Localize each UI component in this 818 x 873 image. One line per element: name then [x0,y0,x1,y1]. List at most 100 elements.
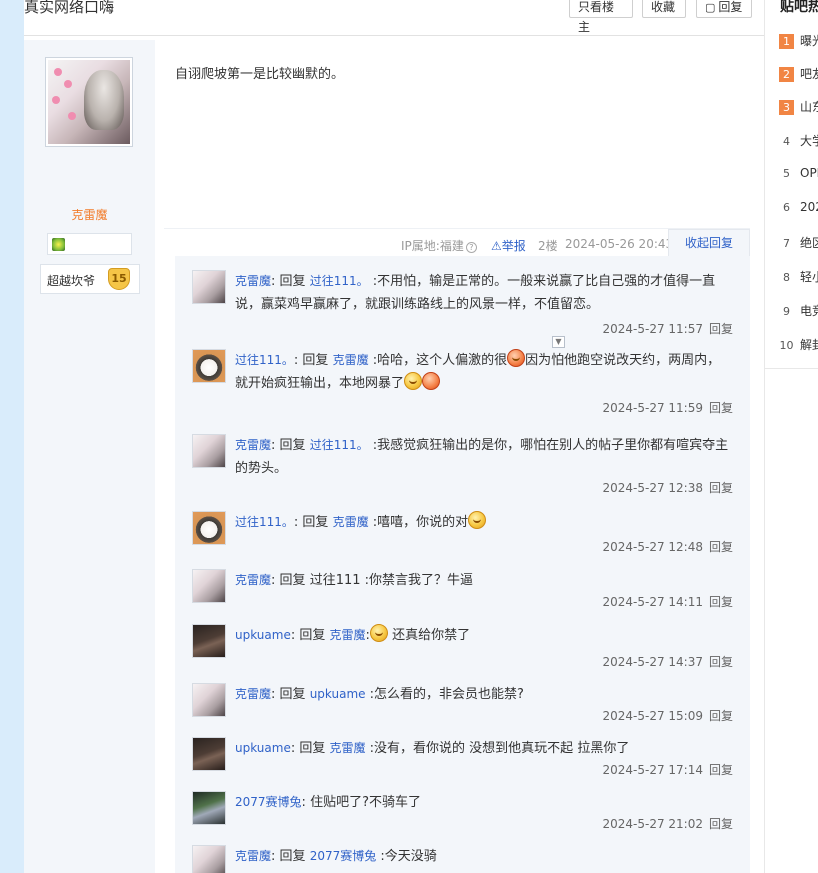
reply-user[interactable]: 克雷魔 [235,687,271,701]
hot-rank: 6 [783,201,790,214]
reply-footer: 2024-5-27 14:37 回复 [602,653,733,670]
reply-action: 回复 [279,849,306,864]
thread-header: 真实网络口嗨 只看楼主 收藏 ▢ 回复 [24,0,764,36]
reply-user[interactable]: 克雷魔 [235,438,271,452]
reply-avatar[interactable] [192,791,226,825]
reply-body: 克雷魔: 回复 upkuame :怎么看的，非会员也能禁? [235,687,524,702]
reply-footer: 2024-5-27 11:59 回复 [602,399,733,416]
reply-text: 住贴吧了?不骑车了 [310,795,421,810]
reply-user[interactable]: 克雷魔 [235,849,271,863]
hot-item[interactable]: 8 轻小 [779,268,818,286]
reply-user[interactable]: 过往111。 [235,353,294,367]
blossom-decoration [68,112,76,120]
hot-rank: 5 [783,167,790,180]
reply-time: 2024-5-27 11:59 [602,401,703,415]
reply-link[interactable]: 回复 [709,817,733,831]
help-icon[interactable]: ? [465,242,477,253]
reply-link[interactable]: 回复 [709,322,733,336]
hot-rank: 4 [783,135,790,148]
hot-rank: 7 [783,237,790,250]
reply-body: 克雷魔: 回复 过往111。 :不用怕，输是正常的。一般来说赢了比自己强的才值得… [235,274,716,312]
ip-location: IP属地:福建? [401,237,477,254]
author-level[interactable]: 超越坎爷 15 [40,264,140,294]
favorite-button[interactable]: 收藏 [642,0,686,18]
reply-avatar[interactable] [192,434,226,468]
reply-avatar[interactable] [192,270,226,304]
reply-user[interactable]: 克雷魔 [235,573,271,587]
page-left-background [0,0,24,873]
reply-link[interactable]: 回复 [709,540,733,554]
reply-link[interactable]: 回复 [709,709,733,723]
reply-text: :不用怕，输是正常的。一般来说赢了比自己强的才值得一直说，赢菜鸡早赢麻了，就跟训… [235,274,716,312]
reply-avatar[interactable] [192,624,226,658]
hot-rank: 1 [779,34,794,49]
hot-rank: 3 [779,100,794,115]
reply-user[interactable]: 2077赛博兔 [235,795,302,809]
reply-avatar[interactable] [192,569,226,603]
hot-item[interactable]: 5 OPPO [779,166,818,184]
reply-body: 克雷魔: 回复 过往111。 :我感觉疯狂输出的是你，哪怕在别人的帖子里你都有喧… [235,438,729,476]
reply-footer: 2024-5-27 21:02 回复 [602,815,733,832]
grin-emoji-icon [404,372,423,390]
expand-icon[interactable]: ▼ [552,336,565,348]
reply-link[interactable]: 回复 [709,763,733,777]
hot-item[interactable]: 6 2024 [779,200,818,218]
reply-user[interactable]: 过往111。 [235,515,294,529]
hot-item[interactable]: 7 绝区 [779,234,818,252]
reply-avatar[interactable] [192,511,226,545]
reply-target[interactable]: upkuame [310,687,366,701]
reply-user[interactable]: upkuame [235,628,291,642]
hot-item[interactable]: 3 山东 [779,98,818,116]
reply-link[interactable]: 回复 [709,481,733,495]
reply-target[interactable]: 克雷魔 [330,628,366,642]
author-badge[interactable] [47,233,132,255]
reply-link[interactable]: 回复 [709,595,733,609]
reply-avatar[interactable] [192,349,226,383]
only-op-button[interactable]: 只看楼主 [569,0,633,34]
collapse-replies-button[interactable]: 收起回复 [668,229,750,257]
reply-text: :没有，看你说的 没想到他真玩不起 拉黑你了 [369,741,630,756]
reply-target[interactable]: 过往111。 [310,438,369,452]
reply-time: 2024-5-27 14:11 [602,595,703,609]
author-name[interactable]: 克雷魔 [24,206,155,223]
reply-link[interactable]: 回复 [709,401,733,415]
badge-gem-icon [52,238,65,251]
reply-target[interactable]: 克雷魔 [333,515,369,529]
reply-time: 2024-5-27 12:38 [602,481,703,495]
report-link[interactable]: ⚠举报 [491,237,526,254]
reply-user[interactable]: 克雷魔 [235,274,271,288]
reply-footer: 2024-5-27 14:11 回复 [602,593,733,610]
smirk-emoji-icon [369,624,388,642]
reply-avatar[interactable] [192,737,226,771]
hot-text: OPPO [800,166,818,180]
reply-target[interactable]: 2077赛博兔 [310,849,377,863]
comment-icon: ▢ [705,1,716,14]
reply-target[interactable]: 过往111。 [310,274,369,288]
reply-link[interactable]: 回复 [709,655,733,669]
reply-avatar[interactable] [192,683,226,717]
reply-body: 过往111。: 回复 克雷魔 :哈哈，这个人偏激的很 因为怕他跑空说改天约，两周内… [235,349,733,395]
hot-item[interactable]: 9 电竞 [779,302,818,320]
reply-avatar[interactable] [192,845,226,873]
author-avatar[interactable] [45,57,133,147]
hot-text: 2024 [800,200,818,214]
reply-text: :你禁言我了？牛逼 [364,573,474,588]
blossom-decoration [64,80,72,88]
reply-target[interactable]: 过往111 [310,573,361,588]
reply-time: 2024-5-27 12:48 [602,540,703,554]
hot-item[interactable]: 10 解封 [779,336,818,354]
reply-action: 回复 [279,687,306,702]
reply-body: upkuame: 回复 克雷魔 :没有，看你说的 没想到他真玩不起 拉黑你了 [235,741,630,756]
reply-button[interactable]: ▢ 回复 [696,0,752,18]
reply-user[interactable]: upkuame [235,741,291,755]
hot-item[interactable]: 2 吧友 [779,65,818,83]
hot-item[interactable]: 4 大学 [779,132,818,150]
thread-main: 真实网络口嗨 只看楼主 收藏 ▢ 回复 克雷魔 超越坎爷 15 自诩爬坡第一是比较… [24,0,764,873]
hot-text: 吧友 [800,67,818,81]
reply-target[interactable]: 克雷魔 [333,353,369,367]
reply-time: 2024-5-27 15:09 [602,709,703,723]
hot-item[interactable]: 1 曝光 [779,32,818,50]
hot-text: 轻小 [800,270,818,284]
reply-action: 回复 [302,353,329,368]
reply-target[interactable]: 克雷魔 [330,741,366,755]
